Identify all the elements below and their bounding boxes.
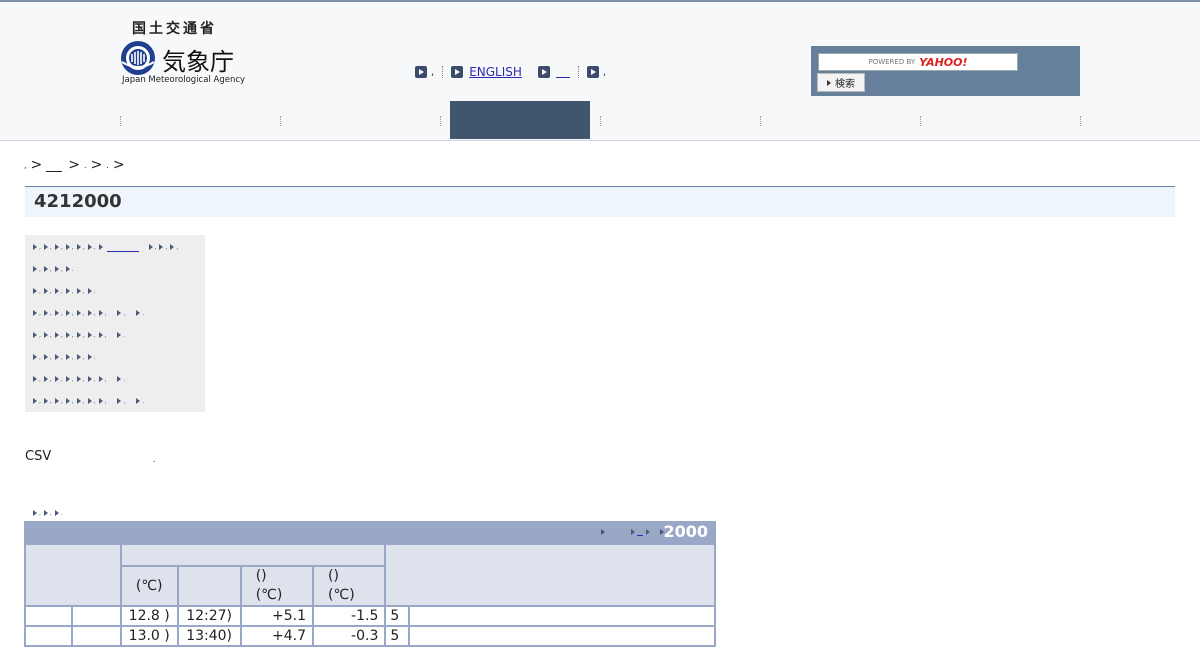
agency-name-en: Japan Meteorological Agency — [122, 75, 246, 85]
breadcrumb-link[interactable]: . — [84, 161, 87, 170]
breadcrumb-separator: > — [68, 157, 81, 173]
table-cell — [71, 625, 122, 647]
header-cell — [384, 543, 716, 607]
divider — [442, 66, 444, 78]
header-cell: () (℃) — [239, 565, 315, 607]
divider — [1080, 116, 1081, 126]
header-unit: (℃) — [328, 587, 355, 603]
table-cell: 12.8 ) — [119, 605, 179, 627]
table-legend-links[interactable]: ,,. — [33, 507, 66, 519]
subnav-row[interactable]: ,,,,,. — [33, 285, 99, 297]
table-year: 2000 — [663, 522, 708, 541]
observation-grid: (℃)() (℃)() (℃) 12.8 ) 12:27) +5.1 -1.5 5 13.0 … — [23, 543, 716, 647]
breadcrumb-link[interactable]: , — [24, 161, 27, 170]
subnav-row[interactable]: ,,,. — [33, 263, 77, 275]
search-panel: POWERED BY YAHOO! 検索 — [811, 46, 1080, 96]
csv-link[interactable]: . — [153, 455, 156, 464]
header-unit: (℃) — [255, 587, 283, 603]
table-cell: 5 — [384, 625, 411, 647]
table-cell — [71, 605, 122, 627]
play-icon[interactable] — [631, 528, 635, 535]
nav-item-active[interactable] — [450, 101, 590, 139]
table-title-bar: 2000 — [24, 521, 716, 543]
arrow-square-icon — [586, 66, 599, 78]
nav-item-6[interactable] — [760, 101, 920, 139]
jma-logo[interactable]: 国土交通省 気象庁 Japan Meteorological Agency — [120, 18, 250, 90]
header-cell — [24, 543, 122, 607]
breadcrumb-link[interactable] — [46, 159, 63, 172]
header-paren: () — [328, 568, 339, 584]
header-cell — [119, 543, 387, 567]
nav-item-5[interactable] — [600, 101, 760, 139]
breadcrumb-separator: > — [90, 157, 103, 173]
table-cell — [23, 625, 74, 647]
header-cell: () (℃) — [312, 565, 387, 607]
table-cell: -1.5 — [312, 605, 387, 627]
table-cell — [408, 625, 716, 647]
table-cell: 12:27) — [176, 605, 242, 627]
utility-link-3[interactable] — [555, 67, 570, 78]
nav-item-2[interactable] — [280, 101, 440, 139]
header-cell: (℃) — [119, 565, 179, 607]
divider — [577, 66, 579, 78]
ministry-label: 国土交通省 — [132, 21, 217, 37]
subnav-row[interactable]: ,,,,,,,. — [33, 329, 128, 341]
subnav-row[interactable]: ,,,,,,,,. — [33, 395, 147, 407]
arrow-square-icon — [415, 66, 427, 78]
english-link[interactable]: ENGLISH — [469, 65, 522, 79]
header-cell — [176, 565, 242, 607]
sub-navigation: ,,,,,,,,, ,,,. ,,,,,. ,,,,,,,,. ,,,,,,,.… — [25, 235, 205, 412]
header-unit: (℃) — [135, 578, 163, 594]
yahoo-logo: YAHOO! — [919, 55, 968, 69]
table-cell: 5 — [384, 605, 411, 627]
prev-icon[interactable] — [601, 528, 605, 535]
header-paren: () — [255, 568, 267, 584]
next-icon[interactable] — [646, 528, 650, 535]
nav-item-7[interactable] — [920, 101, 1080, 139]
subnav-row[interactable]: ,,,,,,,. — [33, 373, 128, 385]
search-input[interactable]: POWERED BY YAHOO! — [818, 53, 1018, 71]
breadcrumb-separator: > — [30, 157, 43, 173]
csv-download-label[interactable]: CSV — [25, 449, 51, 464]
table-row: 12.8 ) 12:27) +5.1 -1.5 5 — [23, 605, 716, 627]
breadcrumb-link[interactable]: . — [106, 161, 109, 170]
subnav-row[interactable]: ,,,,,,,,. — [33, 307, 147, 319]
jma-emblem-icon — [121, 41, 155, 75]
global-nav — [120, 101, 1081, 139]
arrow-square-icon — [537, 66, 550, 78]
search-button-label: 検索 — [835, 79, 855, 90]
page-title: 4212000 — [34, 191, 122, 212]
utility-link-4[interactable]: , — [603, 67, 606, 78]
breadcrumb: , > > . > . > — [24, 157, 129, 173]
page-title-bar: 4212000 — [25, 186, 1175, 217]
utility-link-1[interactable]: , — [431, 67, 434, 78]
table-cell: 13.0 ) — [119, 625, 179, 647]
subnav-row[interactable]: ,,,,,,,,, — [33, 241, 181, 253]
table-cell: +5.1 — [239, 605, 315, 627]
table-cell — [23, 605, 74, 627]
table-cell: +4.7 — [239, 625, 315, 647]
search-button[interactable]: 検索 — [817, 73, 865, 92]
powered-by-label: POWERED BY — [868, 58, 916, 66]
breadcrumb-separator: > — [112, 157, 125, 173]
table-period-controls[interactable] — [601, 527, 666, 536]
table-row: 13.0 ) 13:40) +4.7 -0.3 5 — [23, 625, 716, 647]
utility-links: , ENGLISH , — [415, 62, 606, 82]
site-header: 国土交通省 気象庁 Japan Meteorological Agency , … — [0, 2, 1200, 141]
agency-name-jp: 気象庁 — [162, 48, 234, 76]
nav-item-1[interactable] — [120, 101, 280, 139]
table-cell: -0.3 — [312, 625, 387, 647]
subnav-row[interactable]: ,,,,,. — [33, 351, 99, 363]
table-cell — [408, 605, 716, 627]
table-cell: 13:40) — [176, 625, 242, 647]
arrow-square-icon — [451, 66, 464, 78]
